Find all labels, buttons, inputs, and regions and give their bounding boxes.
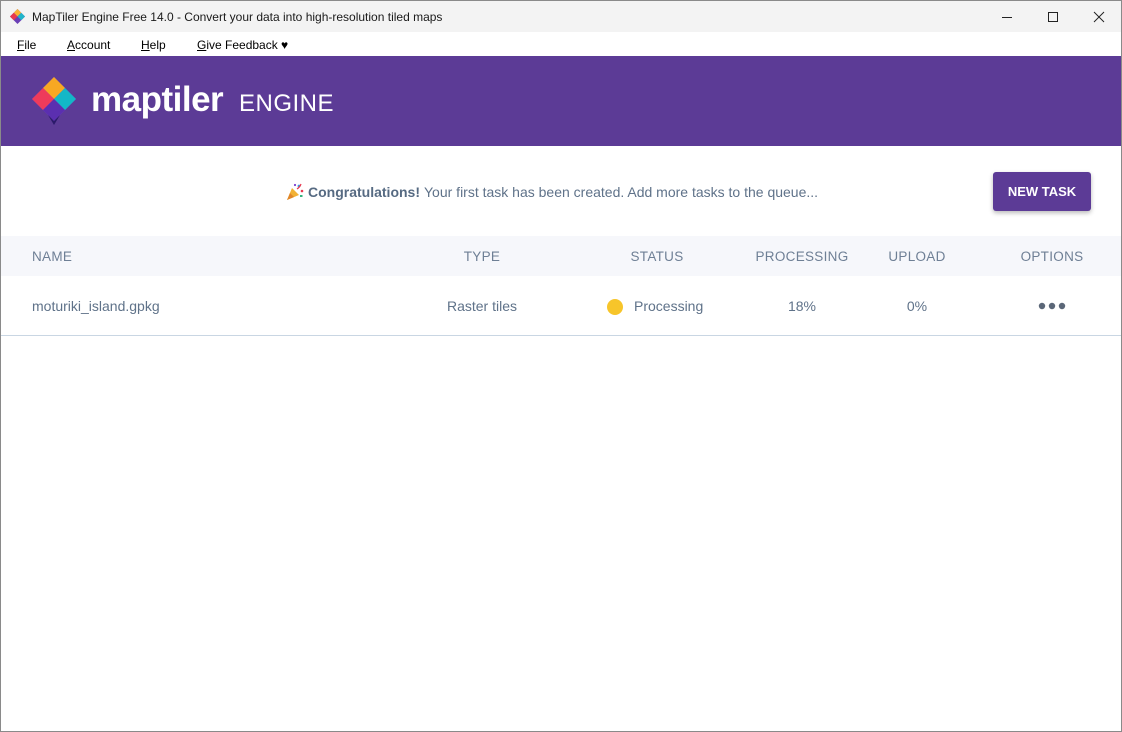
new-task-button[interactable]: NEW TASK (993, 172, 1091, 211)
menu-help-label: elp (149, 38, 166, 52)
menu-feedback-label: ive Feedback ♥ (206, 38, 289, 52)
maximize-button[interactable] (1030, 1, 1076, 32)
maptiler-logo-icon (32, 77, 76, 125)
notification-banner: Congratulations! Your first task has bee… (1, 146, 1121, 236)
table-row[interactable]: moturiki_island.gpkg Raster tiles Proces… (1, 276, 1121, 336)
column-header-upload[interactable]: UPLOAD (888, 249, 945, 264)
minimize-button[interactable] (984, 1, 1030, 32)
close-icon (1093, 11, 1105, 22)
menu-account-mnemonic: A (67, 38, 76, 52)
congrats-headline: Congratulations! (308, 184, 420, 200)
congrats-text: Your first task has been created. Add mo… (424, 184, 819, 200)
maximize-icon (1048, 11, 1058, 22)
menu-feedback-mnemonic: G (197, 38, 207, 52)
task-status: Processing (634, 298, 704, 314)
status-indicator-icon (607, 299, 623, 315)
maptiler-app-icon (10, 9, 25, 24)
more-horizontal-icon[interactable] (1038, 302, 1066, 310)
task-upload-progress: 0% (906, 298, 928, 314)
task-name: moturiki_island.gpkg (32, 298, 160, 314)
column-header-name[interactable]: NAME (32, 249, 72, 264)
column-header-type[interactable]: TYPE (464, 249, 500, 264)
menu-account[interactable]: Account (67, 38, 110, 52)
task-type: Raster tiles (446, 298, 518, 314)
menu-account-label: ccount (75, 38, 111, 52)
column-header-processing[interactable]: PROCESSING (755, 249, 848, 264)
column-header-options: OPTIONS (1020, 249, 1084, 264)
window-title: MapTiler Engine Free 14.0 - Convert your… (32, 10, 443, 24)
menu-help-mnemonic: H (141, 38, 150, 52)
party-popper-icon (287, 183, 304, 200)
menu-file-label: ile (24, 38, 37, 52)
minimize-icon (1002, 16, 1012, 18)
app-header: maptiler ENGINE (1, 56, 1121, 146)
task-processing-progress: 18% (787, 298, 817, 314)
title-bar: MapTiler Engine Free 14.0 - Convert your… (1, 1, 1121, 32)
tasks-table-header: NAME TYPE STATUS PROCESSING UPLOAD OPTIO… (1, 236, 1121, 276)
brand-wordmark: maptiler (91, 80, 224, 119)
product-name: ENGINE (239, 90, 335, 117)
congrats-message: Congratulations! Your first task has bee… (285, 183, 818, 201)
menu-bar: File Account Help Give Feedback ♥ (1, 32, 1121, 56)
app-window: MapTiler Engine Free 14.0 - Convert your… (0, 0, 1122, 732)
menu-give-feedback[interactable]: Give Feedback ♥ (197, 38, 288, 52)
menu-file[interactable]: File (17, 38, 36, 52)
column-header-status[interactable]: STATUS (630, 249, 683, 264)
close-button[interactable] (1076, 1, 1121, 32)
menu-help[interactable]: Help (141, 38, 166, 52)
